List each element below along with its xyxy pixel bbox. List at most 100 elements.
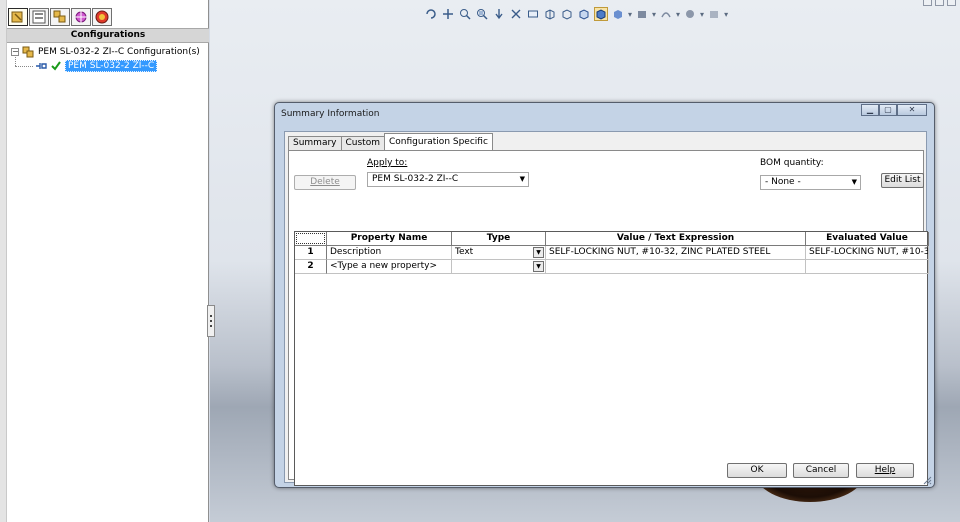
window-minimize-button[interactable]: [923, 0, 932, 6]
hidden-lines-removed-button[interactable]: [577, 7, 591, 21]
scene-icon: [686, 10, 695, 18]
hide-show-icon: [638, 11, 647, 18]
hidden-removed-icon: [579, 9, 589, 20]
display-manager-icon: [95, 10, 109, 24]
delete-button-label: Delete: [310, 177, 340, 187]
edit-list-label: Edit List: [884, 175, 921, 185]
left-command-strip: [0, 0, 7, 522]
type-cell[interactable]: Text ▼: [452, 246, 546, 260]
edit-appearance-button[interactable]: [659, 7, 673, 21]
header-type[interactable]: Type: [452, 232, 546, 246]
grid-corner-cell[interactable]: [295, 232, 327, 246]
pan-view-button[interactable]: [441, 7, 455, 21]
new-property-cell[interactable]: <Type a new property>: [327, 260, 452, 274]
header-evaluated-value[interactable]: Evaluated Value: [806, 232, 929, 246]
previous-view-button[interactable]: [492, 7, 506, 21]
dropdown-arrow-icon[interactable]: ▾: [652, 10, 656, 19]
row-number[interactable]: 1: [295, 246, 327, 260]
resize-grip-icon[interactable]: [923, 476, 932, 485]
grip-dot: [210, 325, 212, 327]
type-dropdown-button[interactable]: ▼: [533, 261, 544, 272]
property-manager-tab[interactable]: [29, 8, 49, 26]
property-name-cell[interactable]: Description: [327, 246, 452, 260]
tree-item-active-configuration[interactable]: PEM SL-032-2 ZI--C: [35, 60, 158, 72]
active-checkmark-icon: [51, 61, 61, 71]
row-number[interactable]: 2: [295, 260, 327, 274]
cancel-button-label: Cancel: [805, 465, 837, 475]
dialog-tabs: Summary Custom Configuration Specific: [288, 133, 493, 150]
configurations-header: Configurations: [7, 28, 209, 43]
tab-custom[interactable]: Custom: [340, 136, 385, 150]
shaded-button[interactable]: [611, 7, 625, 21]
view-orientation-icon: [528, 10, 538, 18]
configuration-manager-tab[interactable]: [50, 8, 70, 26]
dropdown-arrow-icon[interactable]: ▾: [700, 10, 704, 19]
evaluated-value-cell: [806, 260, 929, 274]
table-row[interactable]: 1 Description Text ▼ SELF-LOCKING NUT, #…: [295, 246, 929, 260]
display-manager-tab[interactable]: [92, 8, 112, 26]
rotate-icon: [426, 9, 436, 19]
zoom-fit-icon: [460, 9, 471, 20]
dialog-close-button[interactable]: ✕: [897, 104, 927, 116]
focus-rect: [296, 233, 325, 244]
header-value-expression[interactable]: Value / Text Expression: [546, 232, 806, 246]
zoom-to-area-button[interactable]: [475, 7, 489, 21]
cancel-button[interactable]: Cancel: [793, 463, 849, 478]
dialog-minimize-button[interactable]: ▁: [861, 104, 879, 116]
ok-button[interactable]: OK: [727, 463, 787, 478]
section-view-button[interactable]: [509, 7, 523, 21]
view-settings-button[interactable]: [707, 7, 721, 21]
value-expression-cell[interactable]: [546, 260, 806, 274]
type-dropdown-button[interactable]: ▼: [533, 247, 544, 258]
help-button-label: Help: [874, 465, 896, 475]
grid-header-row: Property Name Type Value / Text Expressi…: [295, 232, 929, 246]
help-button[interactable]: Help: [856, 463, 914, 478]
summary-information-dialog: Summary Information ▁ ▢ ✕ Summary Custom…: [274, 102, 935, 488]
ok-button-label: OK: [750, 465, 764, 475]
zoom-to-fit-button[interactable]: [458, 7, 472, 21]
shaded-with-edges-button[interactable]: [594, 7, 608, 21]
delete-button[interactable]: Delete: [294, 175, 356, 190]
feature-manager-tab[interactable]: [8, 8, 28, 26]
chevron-down-icon: ▼: [519, 175, 525, 183]
rotate-view-button[interactable]: [424, 7, 438, 21]
window-restore-button[interactable]: [935, 0, 944, 6]
tab-panel: Apply to: PEM SL-032-2 ZI--C ▼ Delete BO…: [288, 150, 929, 486]
wireframe-button[interactable]: [543, 7, 557, 21]
table-row[interactable]: 2 <Type a new property> ▼: [295, 260, 929, 274]
dimxpert-manager-tab[interactable]: [71, 8, 91, 26]
edit-list-button[interactable]: Edit List: [881, 173, 924, 188]
dimxpert-icon: [75, 11, 87, 23]
type-cell[interactable]: ▼: [452, 260, 546, 274]
evaluated-value-cell: SELF-LOCKING NUT, #10-32, ZI: [806, 246, 929, 260]
previous-view-icon: [495, 9, 503, 20]
chevron-down-icon: ▼: [851, 178, 857, 186]
tab-summary[interactable]: Summary: [288, 136, 342, 150]
dropdown-arrow-icon[interactable]: ▾: [676, 10, 680, 19]
value-expression-cell[interactable]: SELF-LOCKING NUT, #10-32, ZINC PLATED ST…: [546, 246, 806, 260]
tree-root-label: PEM SL-032-2 ZI--C Configuration(s): [38, 46, 200, 57]
dialog-maximize-button[interactable]: ▢: [879, 104, 897, 116]
property-manager-icon: [32, 10, 46, 24]
apply-to-value: PEM SL-032-2 ZI--C: [372, 174, 459, 184]
tree-root-configurations[interactable]: − PEM SL-032-2 ZI--C Configuration(s): [11, 45, 200, 58]
apply-to-label-text: Apply to:: [367, 158, 408, 168]
dialog-title: Summary Information: [281, 109, 380, 119]
minimize-icon: ▁: [866, 105, 874, 114]
apply-to-select[interactable]: PEM SL-032-2 ZI--C ▼: [367, 172, 529, 187]
view-orientation-button[interactable]: [526, 7, 540, 21]
header-property-name[interactable]: Property Name: [327, 232, 452, 246]
hide-show-items-button[interactable]: [635, 7, 649, 21]
collapse-toggle[interactable]: −: [11, 47, 19, 56]
tab-configuration-specific[interactable]: Configuration Specific: [383, 133, 493, 150]
manager-tabs: [7, 8, 209, 27]
window-close-button[interactable]: [947, 0, 956, 6]
panel-splitter-handle[interactable]: [207, 305, 215, 337]
hidden-lines-visible-button[interactable]: [560, 7, 574, 21]
configuration-manager-icon: [53, 10, 66, 23]
bom-quantity-label: BOM quantity:: [760, 158, 824, 168]
dropdown-arrow-icon[interactable]: ▾: [724, 10, 728, 19]
apply-scene-button[interactable]: [683, 7, 697, 21]
bom-quantity-select[interactable]: - None - ▼: [760, 175, 861, 190]
dropdown-arrow-icon[interactable]: ▾: [628, 10, 632, 19]
